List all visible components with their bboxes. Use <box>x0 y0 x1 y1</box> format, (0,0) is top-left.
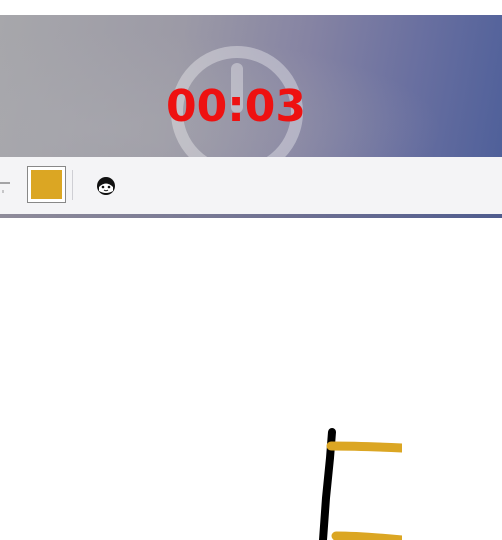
app-window: 00:03 <box>0 0 502 540</box>
top-strip <box>0 0 502 15</box>
drawing-canvas[interactable] <box>0 218 502 540</box>
yellow-stroke-top <box>326 441 407 453</box>
color-picker-button[interactable] <box>27 166 66 203</box>
toolbar-divider <box>72 170 73 200</box>
countdown-timer: 00:03 <box>165 81 307 132</box>
drawing-toolbar <box>0 157 502 214</box>
face-icon[interactable] <box>95 175 117 197</box>
yellow-stroke-bottom <box>331 531 407 540</box>
selected-color-fill <box>31 170 62 199</box>
line-tool-icon[interactable] <box>0 181 12 195</box>
timer-banner: 00:03 <box>0 15 502 178</box>
drawing-strokes <box>319 428 502 540</box>
